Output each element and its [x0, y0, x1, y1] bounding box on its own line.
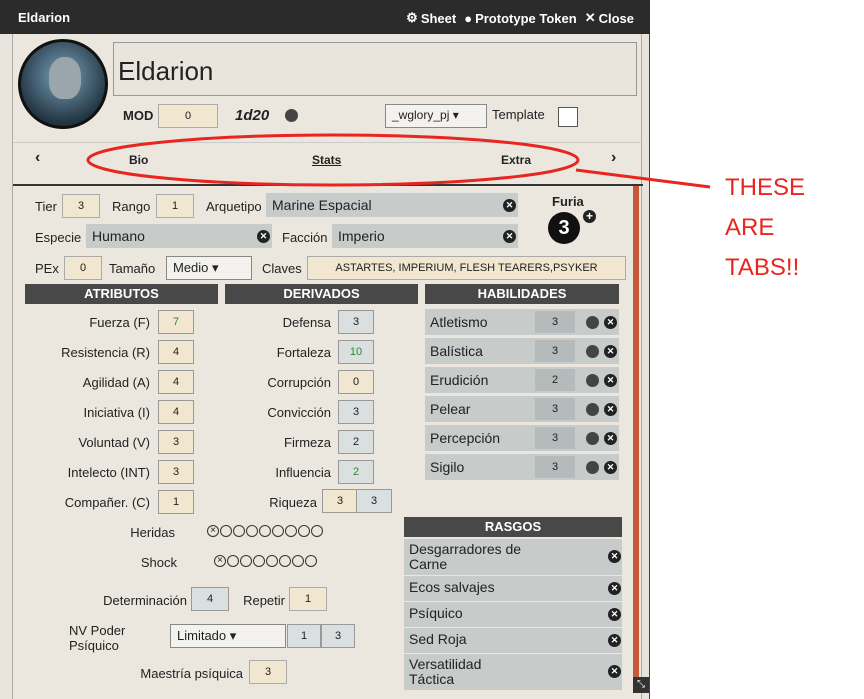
annotation-text-2: ARE: [725, 214, 775, 241]
annotation-ellipse: [86, 133, 580, 187]
annotation-text-3: TABS!!: [725, 254, 800, 281]
annotation-overlay: [86, 133, 711, 189]
annotation-line: [575, 168, 711, 189]
annotation-text-1: THESE: [725, 174, 806, 201]
